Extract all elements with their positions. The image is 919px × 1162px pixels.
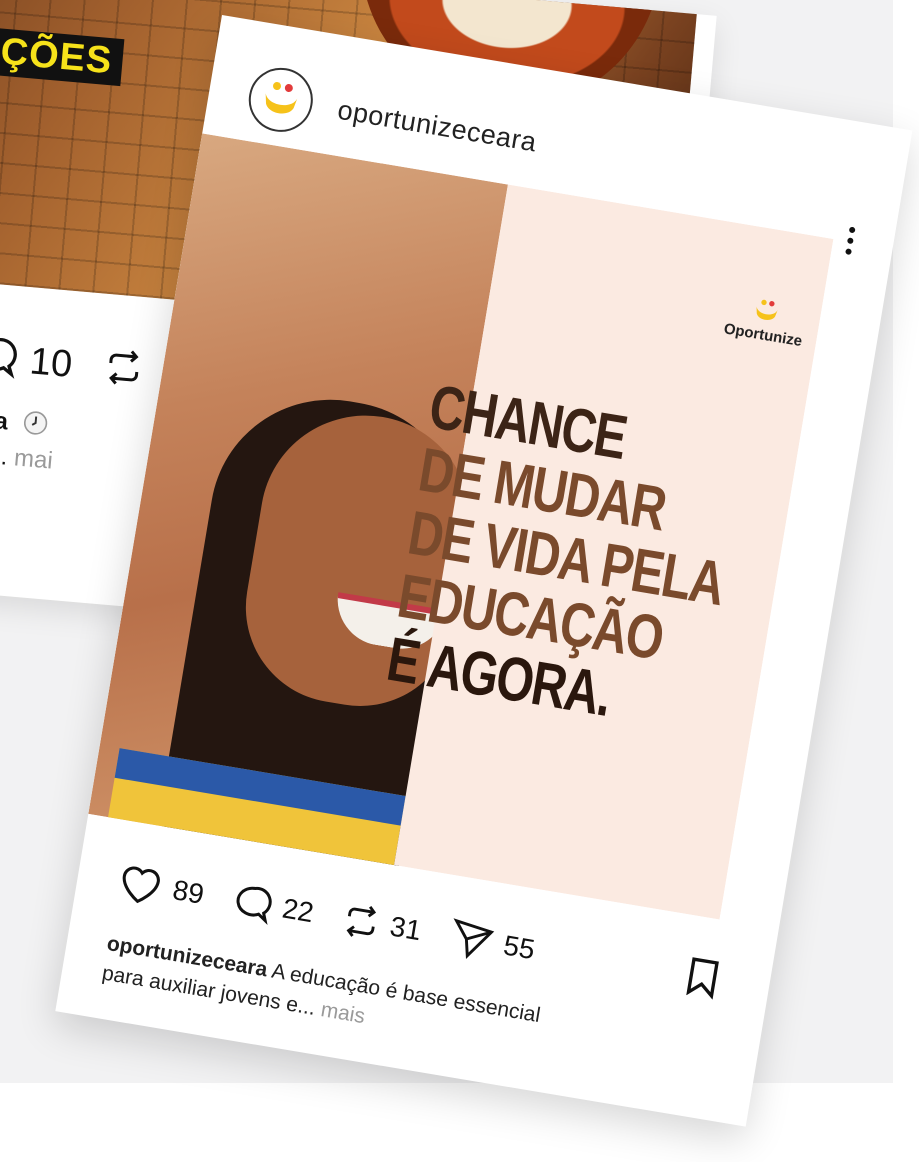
brand-logo: Oportunize: [723, 293, 809, 350]
more-options-icon[interactable]: [845, 226, 856, 256]
comment-count: 22: [280, 892, 316, 929]
brand-logo-icon: [756, 299, 778, 321]
previous-post-banner: ÇÕES: [0, 27, 125, 87]
send-icon[interactable]: [447, 917, 497, 964]
previous-comment-count: 10: [28, 340, 74, 386]
like-action[interactable]: 89: [114, 860, 207, 916]
oportunize-logo-icon: [265, 82, 298, 114]
repost-action[interactable]: 31: [340, 900, 424, 951]
repost-icon[interactable]: [340, 900, 384, 944]
heart-icon[interactable]: [114, 860, 166, 909]
caption-more-link[interactable]: mais: [319, 998, 367, 1028]
share-count: 55: [501, 929, 538, 966]
clock-icon: [13, 409, 49, 439]
previous-caption-line: os!...: [0, 439, 9, 471]
previous-post-actions: 10: [0, 332, 146, 396]
avatar[interactable]: [243, 63, 318, 137]
bookmark-icon[interactable]: [682, 955, 723, 1005]
share-action[interactable]: 55: [447, 917, 538, 971]
previous-caption-user[interactable]: eara: [0, 404, 9, 435]
comment-action[interactable]: 22: [230, 880, 317, 933]
like-count: 89: [170, 874, 207, 910]
repost-count: 31: [387, 910, 424, 947]
brand-name: Oportunize: [722, 320, 804, 351]
post-image[interactable]: Oportunize CHANCE DE MUDAR DE VIDA PELA …: [88, 133, 834, 920]
poster-headline: CHANCE DE MUDAR DE VIDA PELA EDUCAÇÃO É …: [382, 372, 728, 737]
previous-post-caption: eara os!... mai: [0, 401, 57, 479]
comment-icon[interactable]: [230, 880, 276, 926]
post-username[interactable]: oportunizeceara: [335, 94, 539, 158]
previous-more-link[interactable]: mai: [13, 444, 54, 474]
comment-icon[interactable]: [0, 332, 20, 385]
repost-icon[interactable]: [102, 346, 146, 394]
